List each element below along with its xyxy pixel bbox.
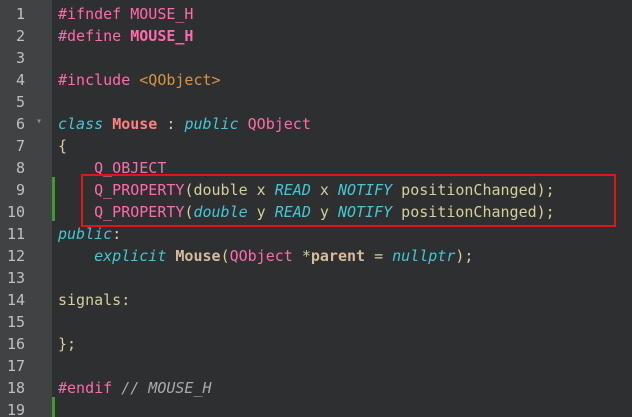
- code-token: parent: [310, 247, 366, 265]
- line-number: 2: [15, 27, 25, 45]
- line-number: 8: [15, 159, 25, 177]
- code-token: #define: [58, 27, 131, 45]
- code-token: QObject: [247, 115, 311, 133]
- line-number: 13: [6, 269, 25, 287]
- line-number: 9: [15, 181, 25, 199]
- code-token: :: [112, 225, 122, 243]
- line-number: 19: [6, 401, 25, 417]
- code-token: // MOUSE_H: [121, 379, 212, 397]
- line-number: 7: [15, 137, 25, 155]
- line-number: 1: [15, 5, 25, 23]
- line-number: 15: [6, 313, 25, 331]
- code-token: nullptr: [392, 247, 456, 265]
- code-token: #include: [58, 71, 140, 89]
- line-number: 16: [6, 335, 25, 353]
- line-number: 6: [15, 115, 25, 133]
- line-number: 4: [15, 71, 25, 89]
- code-editor[interactable]: 1 2 3 4 5 6 7 8 9 10 11 12 13 14 15 16 17 18 19 ▾ #ifndef …: [0, 0, 632, 417]
- code-token: Mouse: [175, 247, 221, 265]
- fold-arrow-icon[interactable]: ▾: [34, 111, 44, 133]
- code-token: public: [58, 225, 113, 243]
- code-token: :: [121, 291, 131, 309]
- code-token: public: [184, 115, 239, 133]
- code-token: );: [455, 247, 474, 265]
- code-token: QObject: [229, 247, 293, 265]
- code-token: *: [292, 247, 311, 265]
- code-token: #endif: [58, 379, 122, 397]
- code-token: :: [157, 115, 185, 133]
- code-token: =: [365, 247, 393, 265]
- line-number: 3: [15, 49, 25, 67]
- code-token: signals: [58, 291, 122, 309]
- line-number: 14: [6, 291, 25, 309]
- line-number: 18: [6, 379, 25, 397]
- code-token: {: [58, 137, 68, 155]
- code-token: };: [58, 335, 77, 353]
- line-number: 11: [6, 225, 25, 243]
- code-token: MOUSE_H: [130, 27, 194, 45]
- code-token: class: [58, 115, 104, 133]
- code-token: explicit: [94, 247, 167, 265]
- property-highlight-box: [81, 174, 616, 227]
- line-number: 5: [15, 93, 25, 111]
- line-number-gutter[interactable]: 1 2 3 4 5 6 7 8 9 10 11 12 13 14 15 16 17 18 19 ▾: [0, 0, 52, 417]
- code-token: Mouse: [112, 115, 158, 133]
- line-number: 17: [6, 357, 25, 375]
- line-number: 10: [6, 203, 25, 221]
- code-token: (: [220, 247, 230, 265]
- code-token: <QObject>: [139, 71, 221, 89]
- line-number: 12: [6, 247, 25, 265]
- code-token: #ifndef MOUSE_H: [58, 5, 194, 23]
